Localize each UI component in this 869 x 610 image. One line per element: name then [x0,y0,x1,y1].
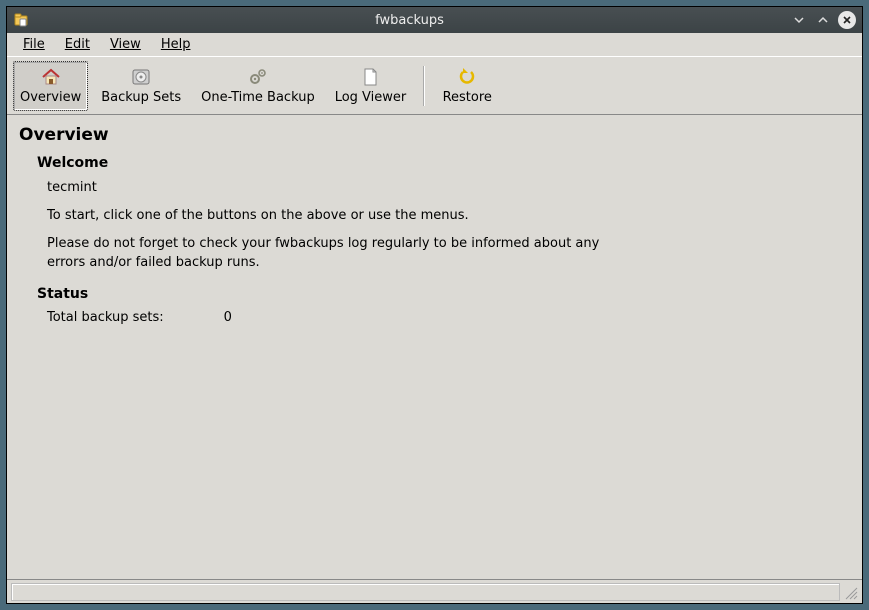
toolbar-log-viewer-label: Log Viewer [335,90,407,105]
toolbar-separator [423,66,425,106]
menu-file[interactable]: File [15,35,53,54]
status-row: Total backup sets: 0 [47,310,850,325]
home-icon [40,66,62,88]
total-backup-sets-label: Total backup sets: [47,310,164,325]
toolbar-one-time-backup-button[interactable]: One-Time Backup [194,61,322,111]
document-icon [359,66,381,88]
toolbar-log-viewer-button[interactable]: Log Viewer [328,61,414,111]
close-button[interactable] [838,11,856,29]
app-window: fwbackups File Edit View Help [6,6,863,604]
disk-icon [130,66,152,88]
statusbar [7,579,862,603]
toolbar-backup-sets-label: Backup Sets [101,90,181,105]
resize-grip-icon[interactable] [842,584,858,600]
toolbar-overview-label: Overview [20,90,81,105]
toolbar-overview-button[interactable]: Overview [13,61,88,111]
page-title: Overview [19,125,850,145]
minimize-button[interactable] [790,11,808,29]
status-section: Status Total backup sets: 0 [37,286,850,325]
reminder-text: Please do not forget to check your fwbac… [47,235,607,271]
menu-help[interactable]: Help [153,35,199,54]
status-heading: Status [37,286,850,302]
window-title: fwbackups [35,13,784,28]
titlebar: fwbackups [7,7,862,33]
toolbar-backup-sets-button[interactable]: Backup Sets [94,61,188,111]
app-icon [13,12,29,28]
menubar: File Edit View Help [7,33,862,57]
statusbar-text [11,583,840,601]
intro-text: To start, click one of the buttons on th… [47,207,607,225]
welcome-section: Welcome tecmint To start, click one of t… [37,155,850,272]
menu-edit[interactable]: Edit [57,35,98,54]
toolbar-restore-label: Restore [443,90,492,105]
toolbar-restore-button[interactable]: Restore [435,61,499,111]
toolbar: Overview Backup Sets One-Ti [7,57,862,115]
maximize-button[interactable] [814,11,832,29]
menu-view[interactable]: View [102,35,149,54]
username-text: tecmint [47,179,607,197]
total-backup-sets-value: 0 [224,310,232,325]
undo-arrow-icon [456,66,478,88]
window-controls [790,11,856,29]
content-area: Overview Welcome tecmint To start, click… [7,115,862,579]
welcome-heading: Welcome [37,155,850,171]
toolbar-one-time-backup-label: One-Time Backup [201,90,315,105]
gears-icon [247,66,269,88]
